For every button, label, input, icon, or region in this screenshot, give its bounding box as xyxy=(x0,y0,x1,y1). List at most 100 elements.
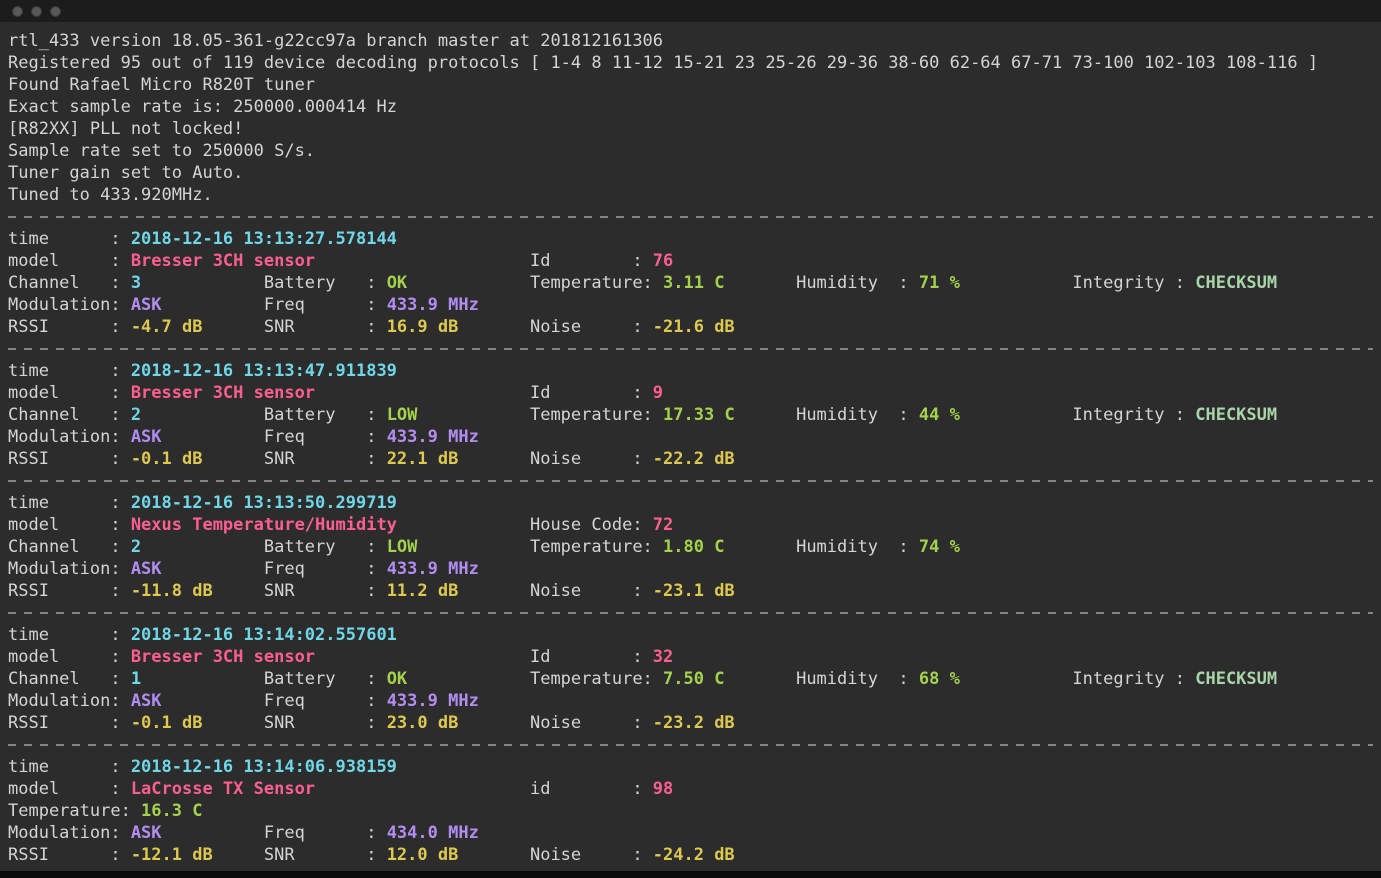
field-label: Humidity : xyxy=(796,405,909,425)
record-line: model : LaCrosse TX Sensor id : 98 xyxy=(8,778,1381,800)
field-value: -0.1 dB xyxy=(130,713,203,733)
field-value: -22.2 dB xyxy=(652,449,735,469)
field-value: 11.2 dB xyxy=(386,581,459,601)
field-label: Channel : xyxy=(8,669,121,689)
field-label: Modulation: xyxy=(8,691,121,711)
field-value: 1 xyxy=(130,669,142,689)
field-value: OK xyxy=(386,273,408,293)
field-value: 2018-12-16 13:14:02.557601 xyxy=(130,625,397,645)
field-value: OK xyxy=(386,669,408,689)
field-value: 44 % xyxy=(918,405,960,425)
record-line: RSSI : -0.1 dB SNR : 23.0 dB Noise : -23.2 dB xyxy=(8,712,1381,734)
titlebar xyxy=(0,0,1381,22)
record-line: Modulation: ASK Freq : 433.9 MHz xyxy=(8,426,1381,448)
field-value: 16.3 C xyxy=(141,801,203,821)
field-label: Battery : xyxy=(263,273,377,293)
field-label: Humidity : xyxy=(796,537,909,557)
record-line: time : 2018-12-16 13:13:27.578144 xyxy=(8,228,1381,250)
window-bottom-edge xyxy=(0,871,1381,878)
log-line: Tuner gain set to Auto. xyxy=(8,162,1381,184)
record-line: Modulation: ASK Freq : 433.9 MHz xyxy=(8,294,1381,316)
field-label: RSSI : xyxy=(8,581,121,601)
record-line: Channel : 1 Battery : OK Temperature: 7.50 C H… xyxy=(8,668,1381,690)
field-label: Noise : xyxy=(529,713,643,733)
field-value: -24.2 dB xyxy=(652,845,735,865)
log-line: rtl_433 version 18.05-361-g22cc97a branc… xyxy=(8,30,1381,52)
record-line: time : 2018-12-16 13:14:06.938159 xyxy=(8,756,1381,778)
field-value: 17.33 C xyxy=(663,405,735,425)
field-label: RSSI : xyxy=(8,317,121,337)
log-line: Exact sample rate is: 250000.000414 Hz xyxy=(8,96,1381,118)
field-label: Id : xyxy=(529,383,643,403)
field-label: Battery : xyxy=(263,537,377,557)
field-value: 2018-12-16 13:13:47.911839 xyxy=(130,361,397,381)
field-label: Freq : xyxy=(263,295,377,315)
record-line: RSSI : -0.1 dB SNR : 22.1 dB Noise : -22.2 dB xyxy=(8,448,1381,470)
field-value: -23.2 dB xyxy=(652,713,735,733)
field-label: Temperature: xyxy=(529,669,653,689)
field-label: model : xyxy=(8,515,121,535)
field-label: Tuner gain set to Auto. xyxy=(8,163,244,183)
record-separator xyxy=(8,612,1373,614)
minimize-button[interactable] xyxy=(31,5,42,17)
field-label: SNR : xyxy=(263,317,377,337)
field-label: time : xyxy=(8,625,121,645)
record-line: RSSI : -11.8 dB SNR : 11.2 dB Noise : -23.1 d… xyxy=(8,580,1381,602)
field-label: time : xyxy=(8,757,121,777)
field-value: 72 xyxy=(652,515,674,535)
field-value: -11.8 dB xyxy=(130,581,213,601)
terminal-window: rtl_433 version 18.05-361-g22cc97a branc… xyxy=(0,0,1381,878)
field-value: ASK xyxy=(130,823,162,843)
field-label: Channel : xyxy=(8,405,121,425)
field-label: Noise : xyxy=(529,581,643,601)
field-value: ASK xyxy=(130,427,162,447)
field-label: Noise : xyxy=(529,449,643,469)
field-value: LOW xyxy=(386,405,418,425)
field-label: Sample rate set to 250000 S/s. xyxy=(8,141,316,161)
field-value: -0.1 dB xyxy=(130,449,203,469)
record-separator xyxy=(8,216,1373,218)
log-line: Registered 95 out of 119 device decoding… xyxy=(8,52,1381,74)
field-label: Temperature: xyxy=(529,273,653,293)
record-line: RSSI : -4.7 dB SNR : 16.9 dB Noise : -21.6 dB xyxy=(8,316,1381,338)
field-label: Id : xyxy=(529,647,643,667)
field-label: Battery : xyxy=(263,669,377,689)
field-value: CHECKSUM xyxy=(1195,669,1278,689)
field-value: 98 xyxy=(652,779,674,799)
field-label: Temperature: xyxy=(8,801,131,821)
field-value: Bresser 3CH sensor xyxy=(130,251,316,271)
field-label: Freq : xyxy=(263,691,377,711)
field-value: 1.80 C xyxy=(663,537,725,557)
field-label: RSSI : xyxy=(8,845,121,865)
close-button[interactable] xyxy=(12,5,23,17)
field-label: SNR : xyxy=(263,713,377,733)
record-line: time : 2018-12-16 13:14:02.557601 xyxy=(8,624,1381,646)
field-value: 7.50 C xyxy=(663,669,725,689)
field-value: 74 % xyxy=(918,537,960,557)
field-value: ASK xyxy=(130,295,162,315)
record-line: Channel : 3 Battery : OK Temperature: 3.11 C H… xyxy=(8,272,1381,294)
field-label: Humidity : xyxy=(796,273,909,293)
field-value: LOW xyxy=(386,537,418,557)
field-label: Noise : xyxy=(529,317,643,337)
record-separator xyxy=(8,744,1373,746)
field-label: model : xyxy=(8,251,121,271)
record-line: Modulation: ASK Freq : 433.9 MHz xyxy=(8,558,1381,580)
log-line: Sample rate set to 250000 S/s. xyxy=(8,140,1381,162)
field-label: time : xyxy=(8,229,121,249)
field-label: model : xyxy=(8,779,121,799)
field-value: -12.1 dB xyxy=(130,845,213,865)
field-label: Integrity : xyxy=(1072,405,1186,425)
field-value: 2 xyxy=(130,405,142,425)
field-value: 71 % xyxy=(918,273,960,293)
field-value: 9 xyxy=(652,383,664,403)
zoom-button[interactable] xyxy=(50,5,61,17)
field-value: ASK xyxy=(130,559,162,579)
log-line: Found Rafael Micro R820T tuner xyxy=(8,74,1381,96)
record-line: Modulation: ASK Freq : 434.0 MHz xyxy=(8,822,1381,844)
field-value: 23.0 dB xyxy=(386,713,459,733)
record-separator xyxy=(8,348,1373,350)
field-label: time : xyxy=(8,361,121,381)
record-line: Modulation: ASK Freq : 433.9 MHz xyxy=(8,690,1381,712)
field-label: Id : xyxy=(529,251,643,271)
